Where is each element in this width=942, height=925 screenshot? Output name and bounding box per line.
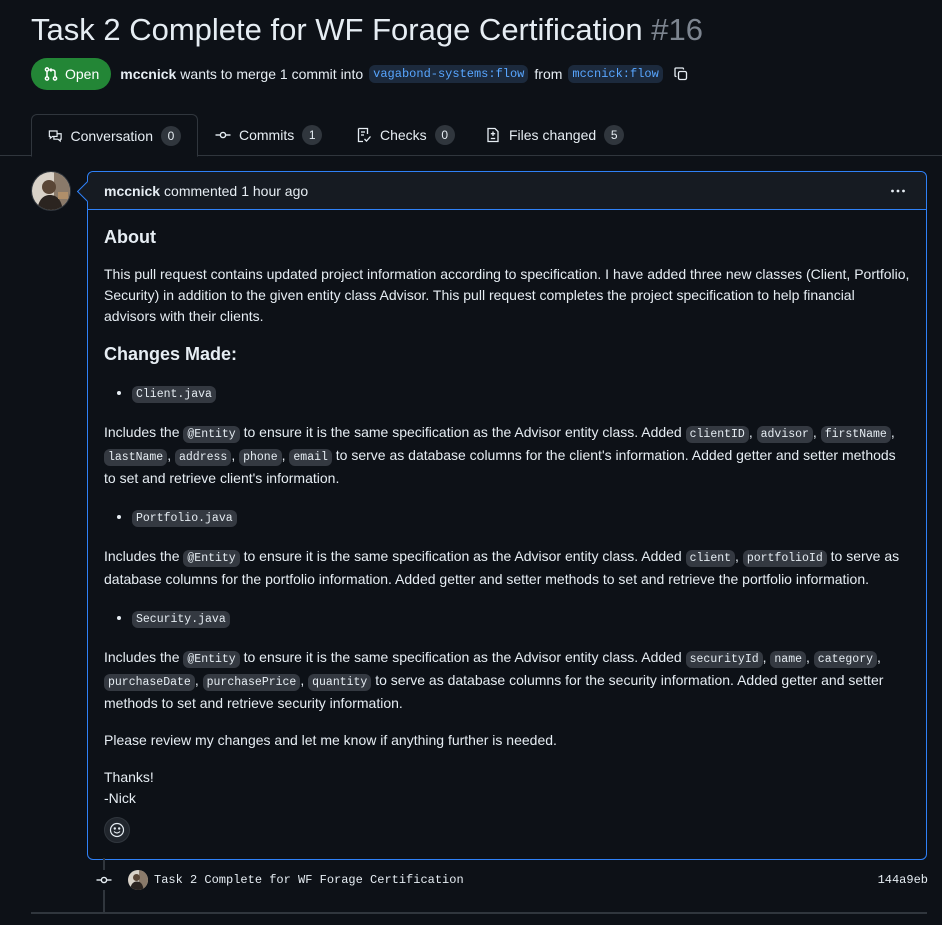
pr-meta-row: Open mccnick wants to merge 1 commit int… <box>31 58 689 90</box>
about-paragraph: This pull request contains updated proje… <box>104 266 910 324</box>
closing-paragraph: Please review my changes and let me know… <box>104 732 557 748</box>
inline-code: firstName <box>820 426 891 443</box>
base-branch[interactable]: vagabond-systems:flow <box>369 65 529 83</box>
file-description: Includes the @Entity to ensure it is the… <box>104 424 896 486</box>
head-branch[interactable]: mccnick:flow <box>568 65 663 83</box>
checklist-icon <box>357 127 371 143</box>
inline-code: email <box>289 449 332 466</box>
smiley-icon <box>109 822 125 838</box>
inline-code: category <box>813 651 878 668</box>
pr-title: Task 2 Complete for WF Forage Certificat… <box>31 12 703 48</box>
file-description: Includes the @Entity to ensure it is the… <box>104 649 884 711</box>
inline-code: phone <box>239 449 282 466</box>
text: Includes the <box>104 424 184 440</box>
text: Includes the <box>104 548 184 564</box>
inline-code: @Entity <box>183 550 240 567</box>
copy-icon[interactable] <box>673 66 689 82</box>
signoff: Thanks! -Nick <box>104 767 910 809</box>
list-item: Client.java <box>132 381 910 406</box>
inline-code: client <box>685 550 736 567</box>
git-commit-icon <box>215 131 231 139</box>
tab-counter: 0 <box>434 125 455 145</box>
file-list: Security.java <box>104 606 910 631</box>
comment-header: mccnick commented 1 hour ago <box>88 172 926 210</box>
pr-tabs: Conversation 0 Commits 1 Checks 0 Files … <box>0 114 942 157</box>
pr-title-text: Task 2 Complete for WF Forage Certificat… <box>31 12 643 47</box>
heading-changes: Changes Made: <box>104 344 238 364</box>
file-diff-icon <box>487 127 499 143</box>
merge-text: wants to merge 1 commit into <box>180 66 364 82</box>
inline-code: purchaseDate <box>104 674 195 691</box>
signoff-line: -Nick <box>104 790 136 806</box>
git-commit-icon <box>94 870 114 890</box>
state-label: Open <box>65 66 100 82</box>
git-pull-request-icon <box>44 67 58 81</box>
file-name-code: Portfolio.java <box>132 510 237 527</box>
inline-code: address <box>175 449 232 466</box>
comment-body: About This pull request contains updated… <box>88 210 926 809</box>
inline-code: advisor <box>756 426 813 443</box>
tab-label: Conversation <box>70 127 154 144</box>
avatar[interactable] <box>128 870 148 890</box>
inline-code: lastName <box>104 449 168 466</box>
text: to ensure it is the same specification a… <box>239 548 686 564</box>
inline-code: purchasePrice <box>202 674 301 691</box>
add-reaction-button[interactable] <box>104 817 130 843</box>
tab-counter: 5 <box>604 125 625 145</box>
from-text: from <box>534 66 563 82</box>
pr-author-link[interactable]: mccnick <box>120 66 176 82</box>
list-item: Portfolio.java <box>132 505 910 530</box>
comment-discussion-icon <box>48 129 62 142</box>
file-name-code: Security.java <box>132 611 230 628</box>
inline-code: quantity <box>308 674 372 691</box>
text: to ensure it is the same specification a… <box>239 649 686 665</box>
file-list: Portfolio.java <box>104 505 910 530</box>
text: Includes the <box>104 649 184 665</box>
text: to ensure it is the same specification a… <box>239 424 686 440</box>
avatar[interactable] <box>31 171 71 211</box>
file-description: Includes the @Entity to ensure it is the… <box>104 548 900 587</box>
timeline-divider <box>31 912 927 914</box>
state-badge-open: Open <box>31 58 112 90</box>
signoff-line: Thanks! <box>104 769 154 785</box>
commit-sha-link[interactable]: 144a9eb <box>878 873 928 887</box>
file-name-code: Client.java <box>132 386 216 403</box>
file-list: Client.java <box>104 381 910 406</box>
comment-box: mccnick commented 1 hour ago About This … <box>87 171 927 860</box>
tab-conversation[interactable]: Conversation 0 <box>31 114 198 157</box>
comment-time[interactable]: 1 hour ago <box>241 183 308 199</box>
comment-author[interactable]: mccnick <box>104 183 160 199</box>
comment-action: commented <box>164 182 238 199</box>
commit-message-link[interactable]: Task 2 Complete for WF Forage Certificat… <box>154 873 464 887</box>
tab-label: Files changed <box>509 127 597 143</box>
tab-counter: 0 <box>161 125 181 146</box>
tab-commits[interactable]: Commits 1 <box>199 114 338 156</box>
heading-about: About <box>104 227 156 247</box>
inline-code: name <box>770 651 807 668</box>
commit-row: Task 2 Complete for WF Forage Certificat… <box>94 868 928 892</box>
inline-code: clientID <box>685 426 749 443</box>
tab-label: Commits <box>239 127 295 143</box>
inline-code: securityId <box>685 651 763 668</box>
tab-counter: 1 <box>302 125 323 145</box>
inline-code: @Entity <box>183 651 240 668</box>
tab-checks[interactable]: Checks 0 <box>340 114 471 156</box>
pr-number: #16 <box>651 12 703 47</box>
kebab-menu-icon[interactable] <box>886 181 910 201</box>
inline-code: @Entity <box>183 426 240 443</box>
inline-code: portfolioId <box>742 550 827 567</box>
tab-files-changed[interactable]: Files changed 5 <box>469 114 640 156</box>
tab-label: Checks <box>380 127 427 143</box>
list-item: Security.java <box>132 606 910 631</box>
